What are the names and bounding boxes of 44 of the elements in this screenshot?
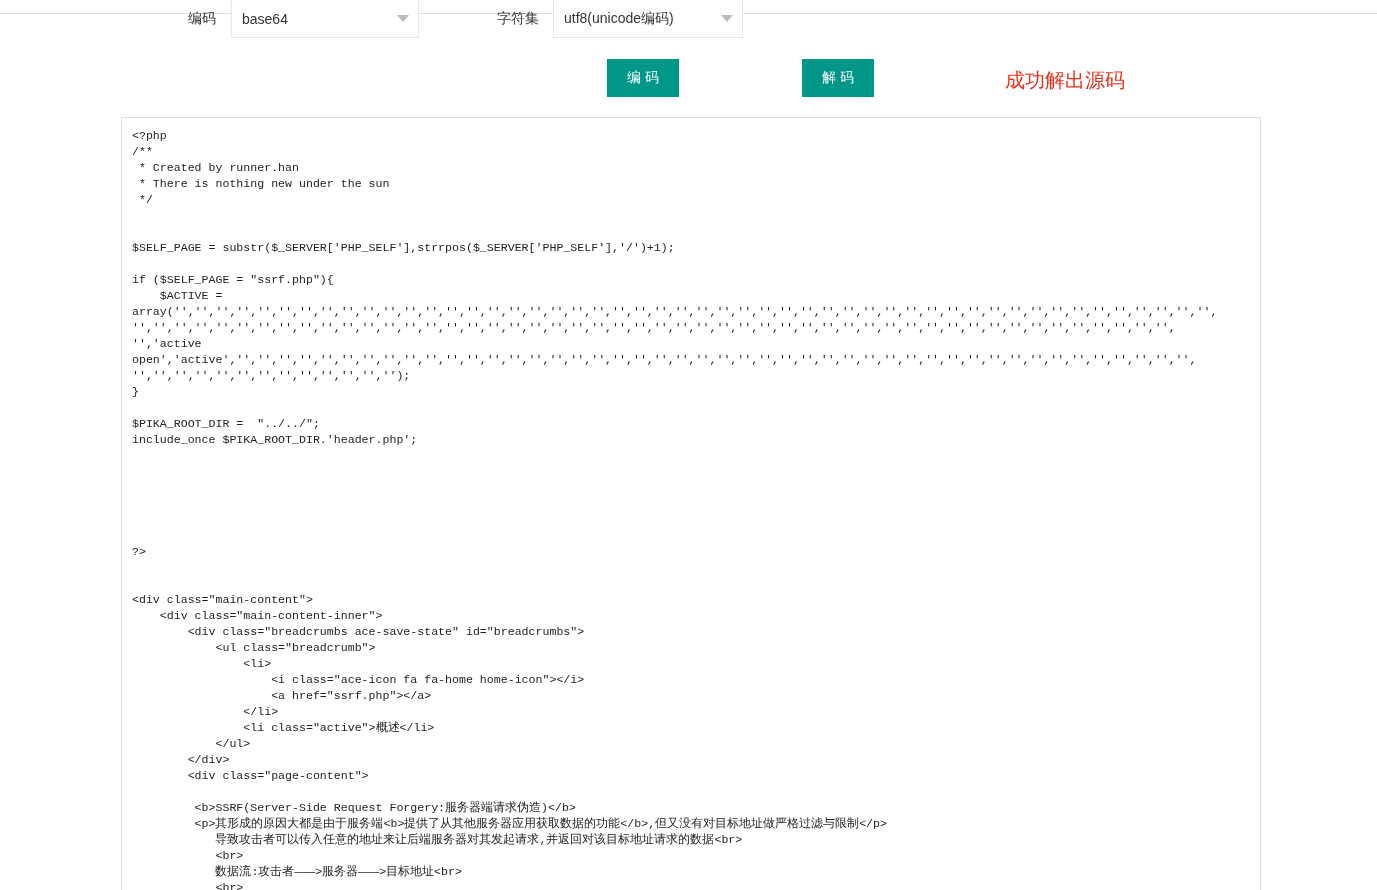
code-line: }: [132, 385, 139, 398]
select-field[interactable]: utf8(unicode编码): [553, 0, 743, 38]
code-line: <div class="page-content">: [186, 769, 369, 782]
code-line: array('','','','','','','','','','','','','','','','','','','','','','','','','','','','','','','','','','','','','','','','','','','','','','','','','','',: [132, 305, 1218, 318]
field-label: 编码: [188, 10, 217, 28]
code-output-area[interactable]: [121, 117, 1261, 890]
code-line: 数据流:攻击者———>服务器———>目标地址<br>: [214, 865, 462, 878]
code-line: if ($SELF_PAGE = "ssrf.php"){: [132, 273, 334, 286]
code-line: <p>其形成的原因大都是由于服务端<b>提供了从其他服务器应用获取数据的功能</b>,但又没有对目标地址做严格过滤与限制</p>: [193, 817, 887, 830]
status-message: 成功解出源码: [1005, 67, 1125, 93]
code-line: ?>: [132, 545, 146, 558]
code-line: $PIKA_ROOT_DIR = "../../";: [132, 417, 320, 430]
encode-button[interactable]: 编 码: [607, 59, 679, 97]
code-line: <div class="breadcrumbs ace-save-state" id="breadcrumbs">: [186, 625, 585, 638]
code-line: /**: [132, 145, 153, 158]
decode-button[interactable]: 解 码: [802, 59, 874, 97]
code-line: $SELF_PAGE = substr($_SERVER['PHP_SELF'],strrpos($_SERVER['PHP_SELF'],'/')+1);: [132, 241, 675, 254]
code-line: * Created by runner.han: [137, 161, 299, 174]
code-line: include_once $PIKA_ROOT_DIR.'header.php';: [132, 433, 418, 446]
caret-icon: [721, 15, 733, 22]
code-line: <div class="main-content">: [132, 593, 313, 606]
code-line: '','','','','','','','','','','','','','','','','','','','','','','','','','','','','','','','','','','','','','','','','','','','','','','','','','',: [132, 321, 1176, 334]
code-line: <li class="active">概述</li>: [242, 721, 435, 734]
code-line: <b>SSRF(Server-Side Request Forgery:服务器端请求伪造)</b>: [193, 801, 576, 814]
code-line: * There is nothing new under the sun: [137, 177, 390, 190]
code-line: <?php: [132, 129, 167, 142]
code-line: '','active: [132, 337, 202, 350]
code-line: */: [137, 193, 153, 206]
code-line: </div>: [186, 753, 230, 766]
code-line: <ul class="breadcrumb">: [214, 641, 376, 654]
code-line: <li>: [242, 657, 272, 670]
code-line: '','','','','','','','','','','','','');: [132, 369, 411, 382]
code-line: </li>: [242, 705, 279, 718]
code-line: open','active','','','','','','','','','','','','','','','','','','','','','','','','','','','','','','','','','','','','','','','','','','','','','','',: [132, 353, 1197, 366]
caret-icon: [397, 15, 409, 22]
code-line: 导致攻击者可以传入任意的地址来让后端服务器对其发起请求,并返回对该目标地址请求的数据<br>: [214, 833, 743, 846]
code-line: <a href="ssrf.php"></a>: [270, 689, 432, 702]
code-line: $ACTIVE =: [158, 289, 223, 302]
field-label: 字符集: [497, 10, 540, 28]
code-line: <div class="main-content-inner">: [158, 609, 383, 622]
select-field[interactable]: base64: [231, 0, 419, 38]
code-line: </ul>: [214, 737, 251, 750]
code-line: <i class="ace-icon fa fa-home home-icon"></i>: [270, 673, 585, 686]
code-line: <br>: [214, 849, 244, 862]
